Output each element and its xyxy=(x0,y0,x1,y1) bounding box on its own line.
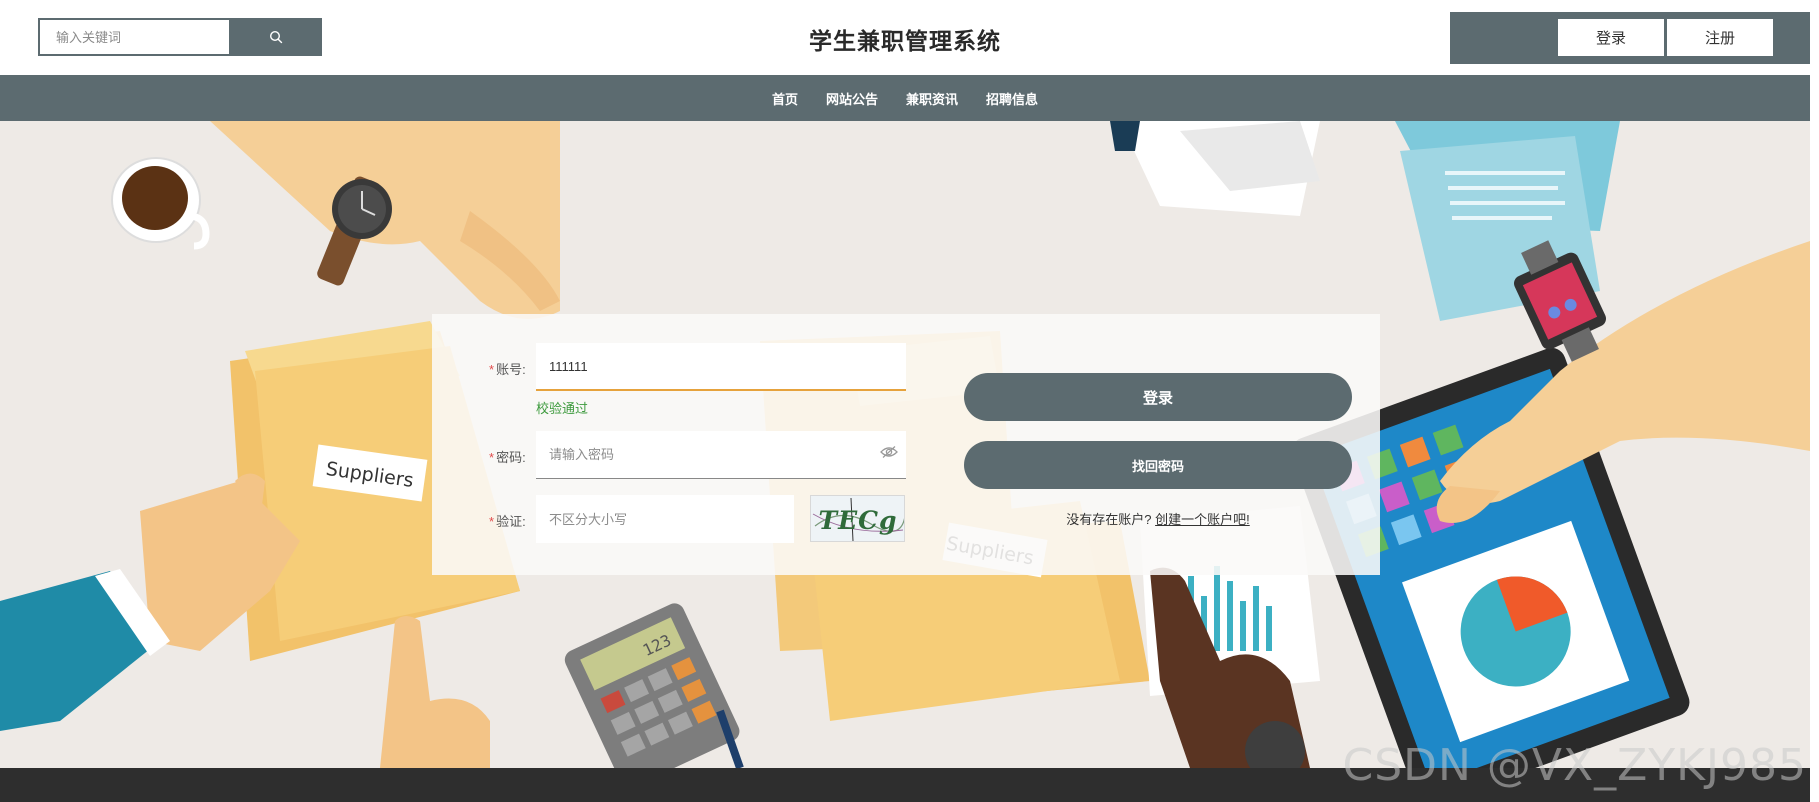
captcha-label: 验证: xyxy=(496,514,526,529)
account-label: 账号: xyxy=(496,362,526,377)
captcha-text: TECg xyxy=(818,506,897,535)
login-card: *账号: 校验通过 *密码: *验证: TECg 登录 找回密码 没有存在账户? xyxy=(432,314,1380,575)
captcha-image[interactable]: TECg xyxy=(810,495,905,542)
watermark: CSDN @VX_ZYKJ985 xyxy=(1342,740,1807,791)
header-register-button[interactable]: 注册 xyxy=(1667,19,1773,56)
required-mark: * xyxy=(489,450,495,465)
captcha-input[interactable] xyxy=(536,495,794,543)
nav-item-announcements[interactable]: 网站公告 xyxy=(826,89,878,108)
nav-item-recruitment[interactable]: 招聘信息 xyxy=(986,89,1038,108)
create-account-link[interactable]: 创建一个账户吧! xyxy=(1155,512,1250,527)
nav-item-home[interactable]: 首页 xyxy=(772,89,798,108)
required-mark: * xyxy=(489,514,495,529)
register-hint: 没有存在账户? 创建一个账户吧! xyxy=(964,509,1352,528)
password-label: 密码: xyxy=(496,450,526,465)
page-right-edge xyxy=(1810,0,1819,802)
auth-panel: 登录 注册 xyxy=(1450,12,1810,64)
validation-message: 校验通过 xyxy=(536,401,589,416)
required-mark: * xyxy=(489,362,495,377)
password-input[interactable] xyxy=(536,431,906,479)
top-header: 学生兼职管理系统 登录 注册 xyxy=(0,0,1819,75)
login-button[interactable]: 登录 xyxy=(964,373,1352,421)
eye-icon[interactable] xyxy=(880,445,898,459)
header-login-button[interactable]: 登录 xyxy=(1558,19,1664,56)
nav-item-parttime-news[interactable]: 兼职资讯 xyxy=(906,89,958,108)
forgot-password-button[interactable]: 找回密码 xyxy=(964,441,1352,489)
no-account-text: 没有存在账户? xyxy=(1066,512,1152,527)
account-input[interactable] xyxy=(536,343,906,391)
main-nav: 首页 网站公告 兼职资讯 招聘信息 xyxy=(0,75,1810,121)
